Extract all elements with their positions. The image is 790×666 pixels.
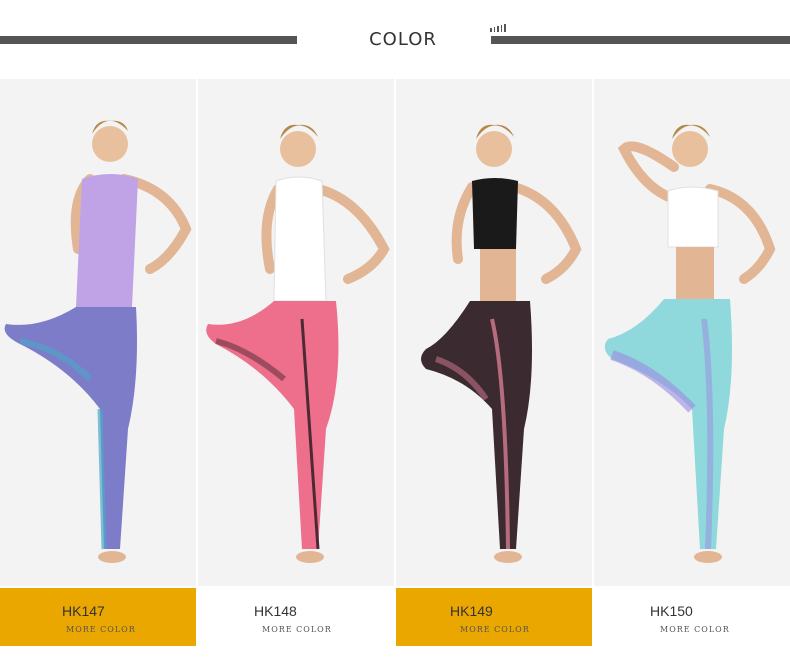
product-card-hk148[interactable]: HK148 MORE COLOR — [198, 79, 394, 646]
product-code: HK148 — [254, 603, 297, 619]
header-rule-left — [0, 36, 297, 44]
more-color-link[interactable]: MORE COLOR — [460, 625, 530, 634]
product-label-band[interactable]: HK149 MORE COLOR — [396, 588, 592, 646]
more-color-link[interactable]: MORE COLOR — [660, 625, 730, 634]
product-code: HK149 — [450, 603, 493, 619]
section-title: COLOR — [369, 29, 437, 50]
product-card-hk147[interactable]: HK147 MORE COLOR — [0, 79, 196, 646]
product-label-band[interactable]: HK147 MORE COLOR — [0, 588, 196, 646]
product-photo[interactable] — [0, 79, 196, 586]
more-color-link[interactable]: MORE COLOR — [66, 625, 136, 634]
product-code: HK150 — [650, 603, 693, 619]
section-header: COLOR — [0, 0, 790, 78]
product-photo[interactable] — [594, 79, 790, 586]
product-color-grid: HK147 MORE COLOR HK148 MORE COLOR HK149 … — [0, 79, 790, 646]
product-card-hk150[interactable]: HK150 MORE COLOR — [594, 79, 790, 646]
product-card-hk149[interactable]: HK149 MORE COLOR — [396, 79, 592, 646]
product-photo[interactable] — [198, 79, 394, 586]
more-color-link[interactable]: MORE COLOR — [262, 625, 332, 634]
header-tick-marks — [490, 24, 506, 32]
product-code: HK147 — [62, 603, 105, 619]
product-photo[interactable] — [396, 79, 592, 586]
product-label-band[interactable]: HK150 MORE COLOR — [594, 588, 790, 646]
header-rule-right — [491, 36, 790, 44]
product-label-band[interactable]: HK148 MORE COLOR — [198, 588, 394, 646]
